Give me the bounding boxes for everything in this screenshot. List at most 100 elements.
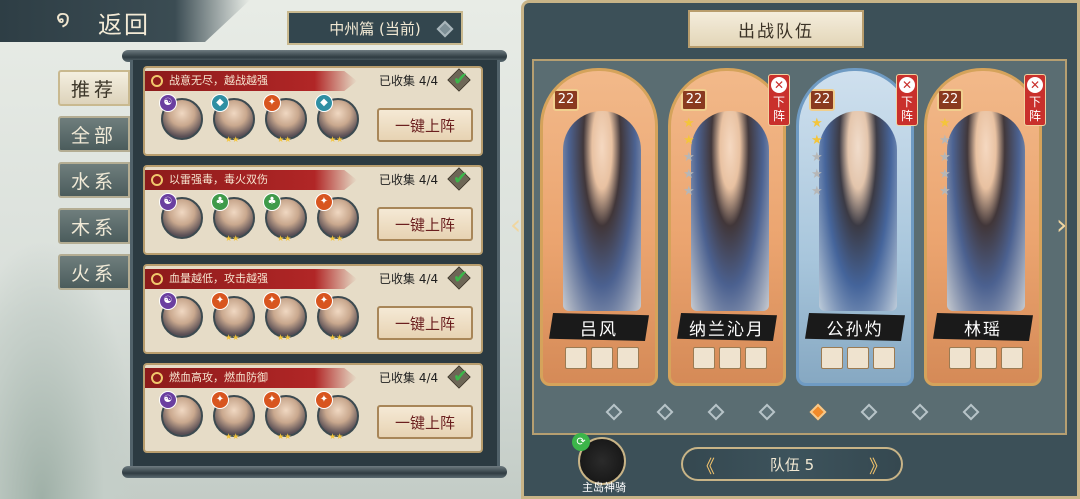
skill-button[interactable]: ⟳ 主岛神骑 <box>572 433 626 494</box>
equipment-slot[interactable] <box>1001 347 1023 369</box>
star-icon: ★ <box>939 167 951 182</box>
equipment-slot[interactable] <box>975 347 997 369</box>
hero-portrait[interactable]: ✦ ★★ <box>211 292 255 342</box>
fire-element-icon: ✦ <box>315 391 333 409</box>
star-icon: ★ <box>811 133 823 148</box>
hero-portrait[interactable]: ◆ ★★ <box>211 94 255 144</box>
hero-portrait[interactable]: ☯ <box>159 391 203 437</box>
yin-element-icon: ☯ <box>159 391 177 409</box>
hero-portrait[interactable]: ◆ ★★ <box>315 94 359 144</box>
next-arrow-icon[interactable]: › <box>1056 210 1074 240</box>
equipment-slot[interactable] <box>745 347 767 369</box>
hero-portrait[interactable]: ♣ ★★ <box>263 193 307 243</box>
swap-icon[interactable]: ⟳ <box>572 433 590 451</box>
combo-list[interactable]: 战意无尽，越战越强 已收集 4/4 ✔ 一键上阵 ☯ ◆ ★★ ✦ ★★ ◆ ★★ 以雷强毒，毒… <box>130 60 500 470</box>
combo-row: 战意无尽，越战越强 已收集 4/4 ✔ 一键上阵 ☯ ◆ ★★ ✦ ★★ ◆ ★★ <box>143 66 483 156</box>
check-icon: ✔ <box>453 69 469 90</box>
hero-portrait[interactable]: ☯ <box>159 193 203 239</box>
hero-portrait[interactable]: ✦ ★★ <box>263 292 307 342</box>
fire-element-icon: ✦ <box>263 391 281 409</box>
combo-title: 战意无尽，越战越强 <box>169 74 268 87</box>
hero-portrait[interactable]: ☯ <box>159 94 203 140</box>
hero-portrait[interactable]: ✦ ★★ <box>263 94 307 144</box>
hero-name: 吕风 <box>549 313 649 341</box>
remove-from-team-button[interactable]: ✕ 下阵 <box>896 74 918 126</box>
team-label: 队伍 5 <box>769 455 815 474</box>
magnifier-icon[interactable] <box>151 372 163 384</box>
combo-row: 以雷强毒，毒火双伤 已收集 4/4 ✔ 一键上阵 ☯ ♣ ★★ ♣ ★★ ✦ ★★ <box>143 165 483 255</box>
wood-element-icon: ♣ <box>211 193 229 211</box>
hero-portrait[interactable]: ✦ ★★ <box>263 391 307 441</box>
tab-0[interactable]: 推荐 <box>58 70 130 106</box>
remove-label: 下阵 <box>1029 95 1042 123</box>
team-switcher: 《 队伍 5 》 <box>681 447 903 481</box>
magnifier-icon[interactable] <box>151 174 163 186</box>
star-icon: ★ <box>939 184 951 199</box>
star-icon: ★★ <box>277 432 292 441</box>
combo-banner: 以雷强毒，毒火双伤 <box>145 170 357 190</box>
equipment-slot[interactable] <box>719 347 741 369</box>
star-icon: ★ <box>811 184 823 199</box>
remove-from-team-button[interactable]: ✕ 下阵 <box>1024 74 1046 126</box>
team-next-icon[interactable]: 》 <box>869 453 887 479</box>
magnifier-icon[interactable] <box>151 273 163 285</box>
combo-banner: 战意无尽，越战越强 <box>145 71 357 91</box>
hero-portrait[interactable]: ✦ ★★ <box>211 391 255 441</box>
prev-arrow-icon[interactable]: ‹ <box>510 210 528 240</box>
equipment-slot[interactable] <box>873 347 895 369</box>
diamond-icon <box>436 20 454 38</box>
star-icon: ★★ <box>225 333 240 342</box>
hero-artwork <box>947 111 1025 311</box>
one-key-deploy-button[interactable]: 一键上阵 <box>377 108 473 142</box>
star-icon: ★★ <box>277 333 292 342</box>
tab-1[interactable]: 全部 <box>58 116 130 152</box>
water-element-icon: ◆ <box>211 94 229 112</box>
star-icon: ★ <box>683 150 695 165</box>
one-key-deploy-button[interactable]: 一键上阵 <box>377 207 473 241</box>
chapter-select[interactable]: 中州篇 (当前) <box>287 11 463 45</box>
combo-title: 燃血高攻，燃血防御 <box>169 371 268 384</box>
yin-element-icon: ☯ <box>159 292 177 310</box>
close-icon: ✕ <box>1027 77 1043 93</box>
yin-element-icon: ☯ <box>159 193 177 211</box>
star-icon: ★ <box>939 133 951 148</box>
star-icon: ★★ <box>225 432 240 441</box>
equipment-slot[interactable] <box>565 347 587 369</box>
hero-portrait[interactable]: ♣ ★★ <box>211 193 255 243</box>
fire-element-icon: ✦ <box>315 292 333 310</box>
star-icon: ★★ <box>277 234 292 243</box>
tab-3[interactable]: 木系 <box>58 208 130 244</box>
equipment-slot[interactable] <box>949 347 971 369</box>
combo-title: 血量越低，攻击越强 <box>169 272 268 285</box>
remove-label: 下阵 <box>773 95 786 123</box>
fire-element-icon: ✦ <box>211 391 229 409</box>
hero-portrait[interactable]: ☯ <box>159 292 203 338</box>
back-label: 返回 <box>98 11 150 39</box>
one-key-deploy-button[interactable]: 一键上阵 <box>377 306 473 340</box>
equipment-slot[interactable] <box>617 347 639 369</box>
hero-portrait[interactable]: ✦ ★★ <box>315 391 359 441</box>
tab-2[interactable]: 水系 <box>58 162 130 198</box>
level-badge: 22 <box>681 89 707 111</box>
star-icon: ★ <box>811 150 823 165</box>
combo-row: 燃血高攻，燃血防御 已收集 4/4 ✔ 一键上阵 ☯ ✦ ★★ ✦ ★★ ✦ ★★ <box>143 363 483 453</box>
hero-portrait[interactable]: ✦ ★★ <box>315 193 359 243</box>
one-key-deploy-button[interactable]: 一键上阵 <box>377 405 473 439</box>
fire-element-icon: ✦ <box>263 292 281 310</box>
remove-from-team-button[interactable]: ✕ 下阵 <box>768 74 790 126</box>
hero-portrait[interactable]: ✦ ★★ <box>315 292 359 342</box>
team-prev-icon[interactable]: 《 <box>697 453 715 479</box>
equipment-slot[interactable] <box>847 347 869 369</box>
equipment-slot[interactable] <box>693 347 715 369</box>
magnifier-icon[interactable] <box>151 75 163 87</box>
level-badge: 22 <box>937 89 963 111</box>
equipment-slot[interactable] <box>821 347 843 369</box>
level-badge: 22 <box>809 89 835 111</box>
hero-card[interactable]: 22 吕风 <box>540 68 658 386</box>
combo-banner: 血量越低，攻击越强 <box>145 269 357 289</box>
tab-4[interactable]: 火系 <box>58 254 130 290</box>
star-icon: ★ <box>939 116 951 131</box>
equipment-slot[interactable] <box>591 347 613 369</box>
close-icon: ✕ <box>771 77 787 93</box>
star-icon: ★ <box>939 150 951 165</box>
